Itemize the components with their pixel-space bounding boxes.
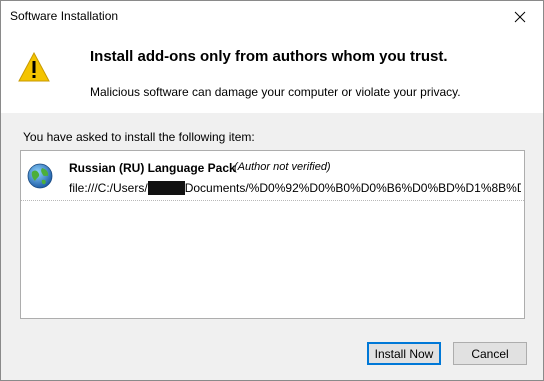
software-installation-dialog: Software Installation Install add-ons on…: [0, 0, 544, 381]
warning-heading: Install add-ons only from authors whom y…: [90, 48, 448, 65]
globe-icon: [27, 163, 53, 189]
path-prefix: file:///C:/Users/: [69, 181, 148, 195]
warning-icon: [18, 52, 50, 82]
addon-path: file:///C:/Users/Documents/%D0%92%D0%B0%…: [69, 181, 521, 195]
title-bar: Software Installation: [1, 1, 543, 32]
cancel-button[interactable]: Cancel: [453, 342, 527, 365]
list-item[interactable]: Russian (RU) Language Pack (Author not v…: [21, 151, 524, 201]
install-list-label: You have asked to install the following …: [23, 130, 255, 144]
path-suffix: Documents/%D0%92%D0%B0%D0%B6%D0%BD%D1%8B…: [184, 181, 521, 195]
warning-message: Malicious software can damage your compu…: [90, 85, 461, 99]
install-now-button[interactable]: Install Now: [367, 342, 441, 365]
window-title: Software Installation: [10, 9, 119, 23]
install-items-list[interactable]: Russian (RU) Language Pack (Author not v…: [20, 150, 525, 319]
close-button[interactable]: [497, 1, 543, 32]
author-status: (Author not verified): [234, 161, 331, 173]
addon-name: Russian (RU) Language Pack: [69, 161, 236, 175]
close-icon: [514, 11, 526, 22]
warning-header: [1, 32, 543, 113]
redaction-block: [147, 181, 185, 195]
